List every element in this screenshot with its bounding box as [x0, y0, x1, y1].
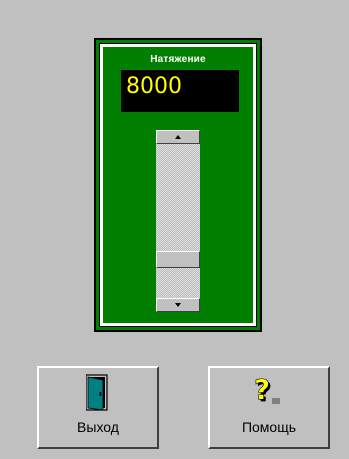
- tension-panel: Натяжение 8000: [94, 38, 262, 332]
- arrow-up-icon: [175, 135, 181, 139]
- tension-display: 8000: [121, 70, 239, 112]
- scrollbar-thumb[interactable]: [156, 250, 200, 268]
- question-help-icon: ? ?: [253, 373, 285, 417]
- scroll-up-button[interactable]: [156, 130, 200, 144]
- exit-button-label: Выход: [77, 419, 119, 435]
- arrow-down-icon: [175, 303, 181, 307]
- help-button[interactable]: ? ? Помощь: [208, 366, 330, 449]
- scrollbar-track[interactable]: [156, 144, 200, 298]
- tension-title: Натяжение: [150, 54, 206, 65]
- exit-button[interactable]: Выход: [37, 366, 159, 449]
- svg-text:?: ?: [254, 374, 270, 406]
- scroll-down-button[interactable]: [156, 298, 200, 312]
- tension-value: 8000: [126, 74, 182, 99]
- tension-scrollbar[interactable]: [156, 130, 200, 312]
- door-exit-icon: [85, 374, 110, 417]
- help-button-label: Помощь: [241, 419, 297, 435]
